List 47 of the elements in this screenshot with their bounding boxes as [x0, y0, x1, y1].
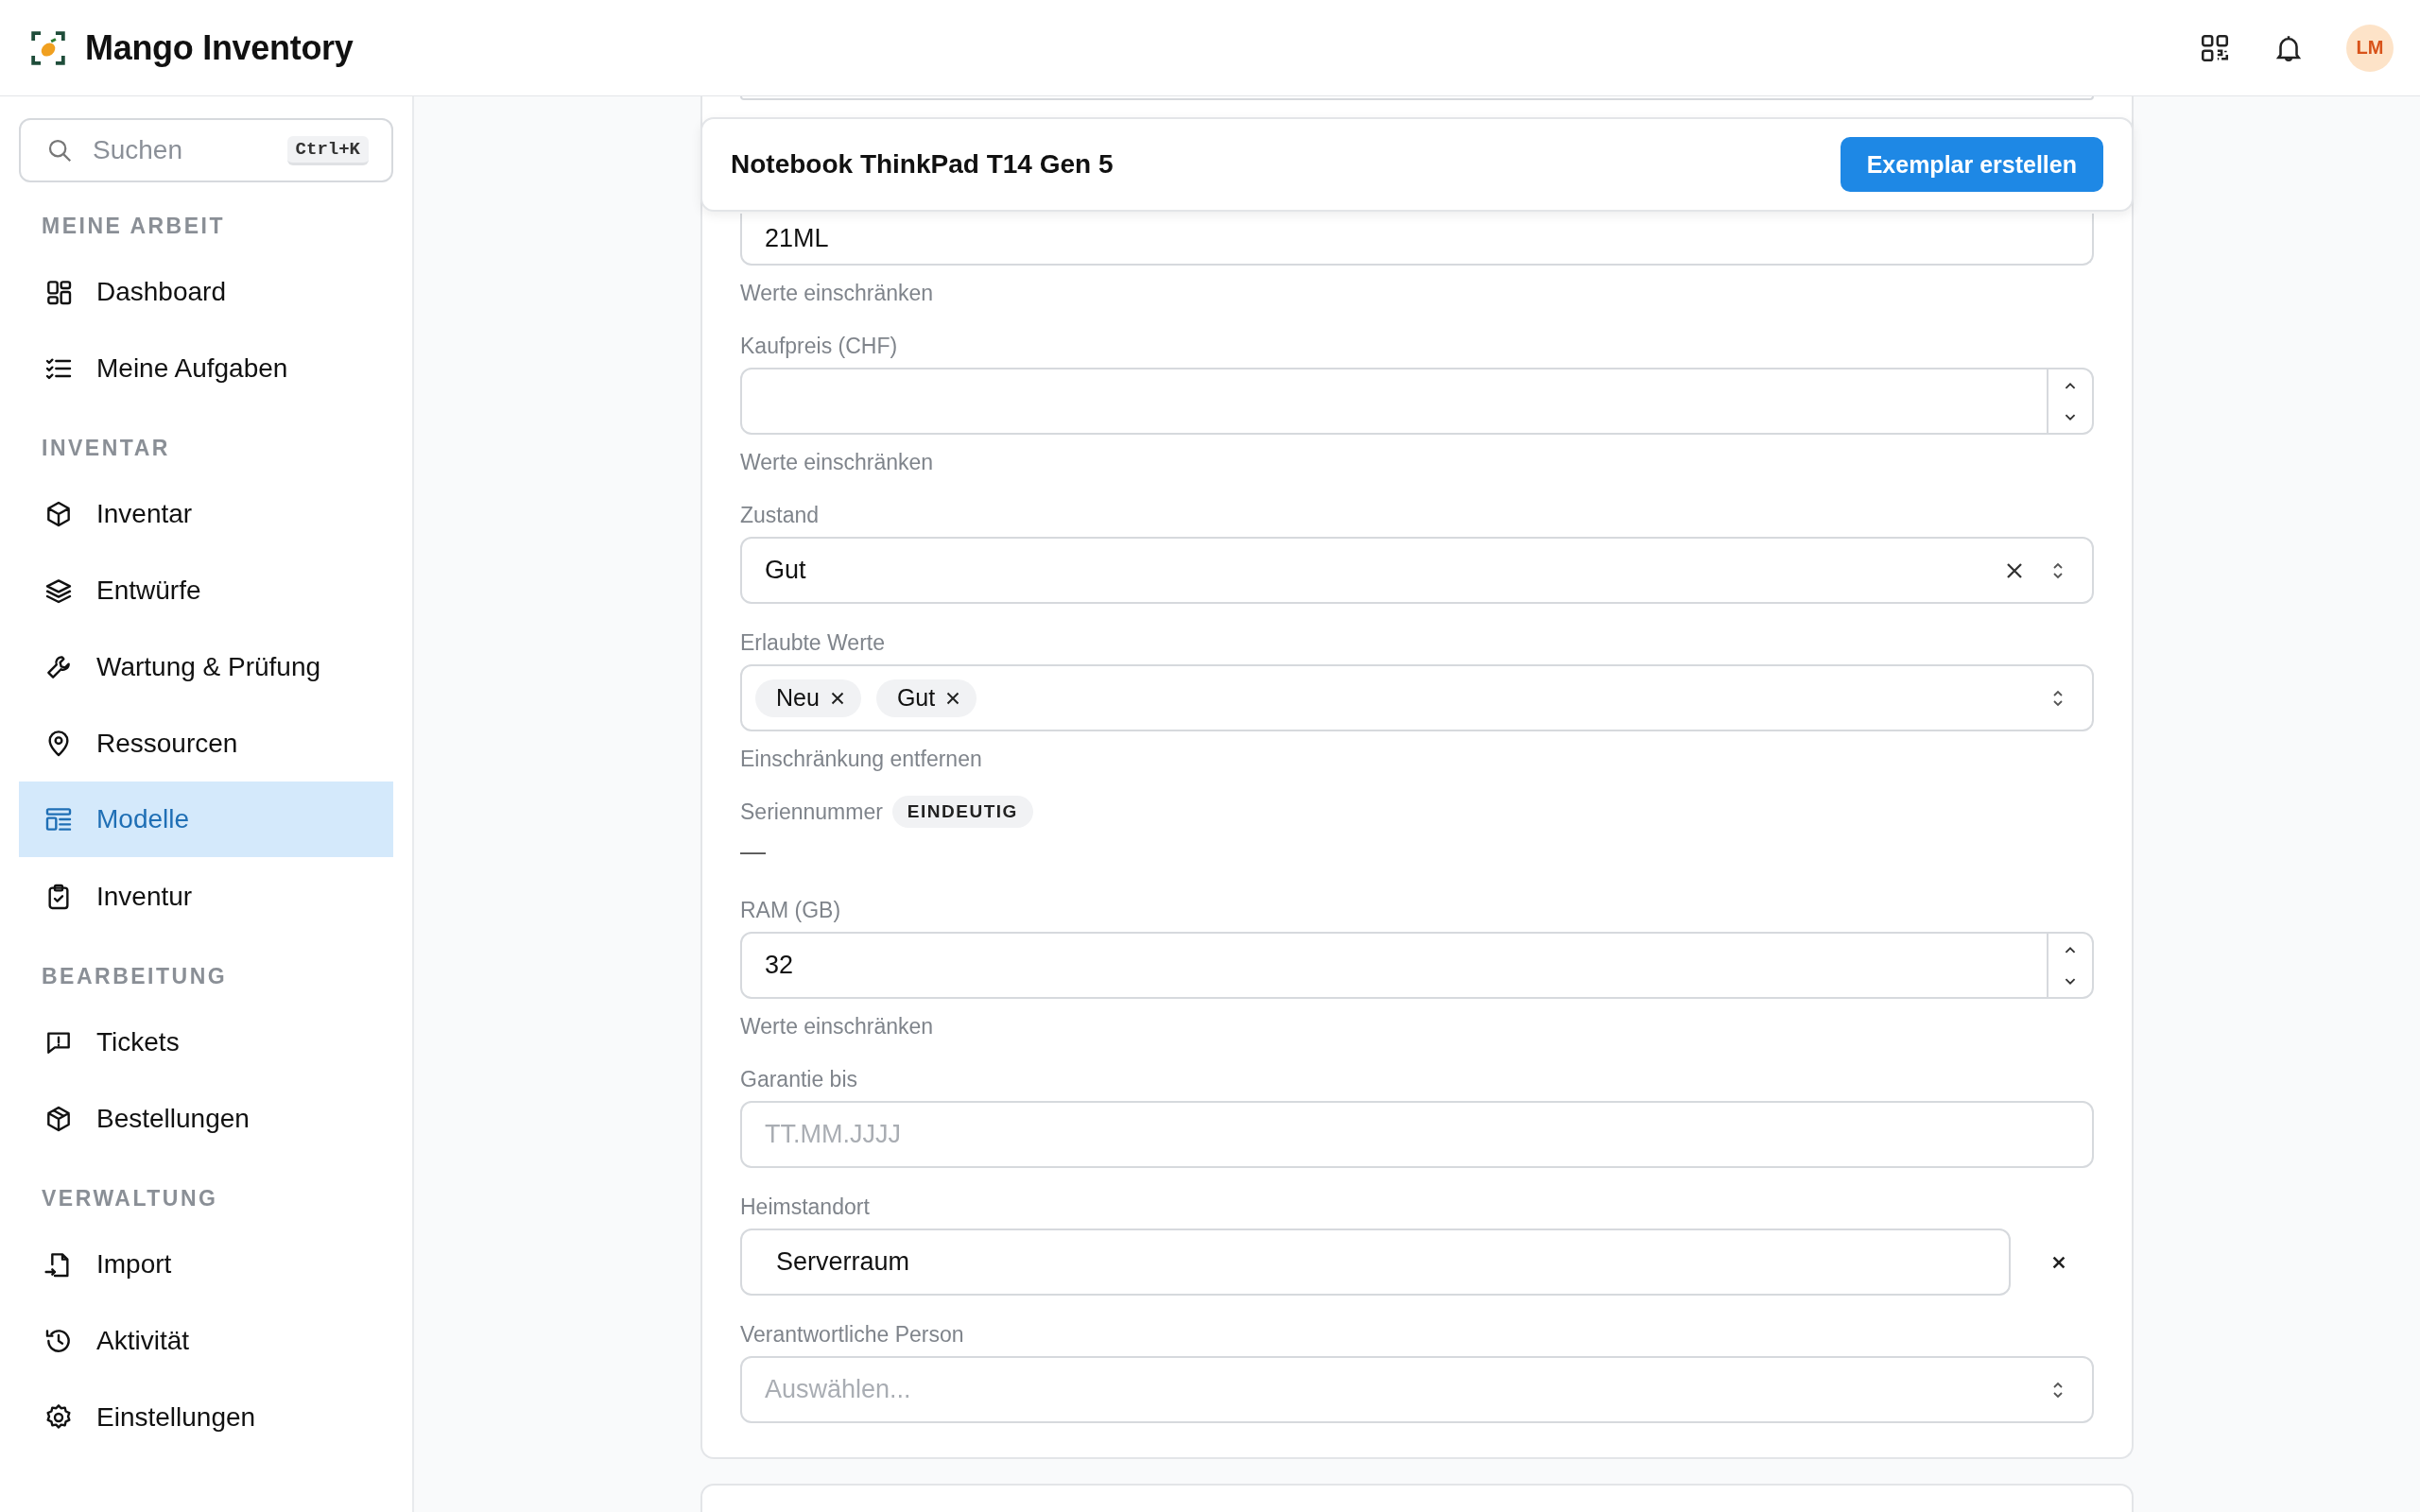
field-label: Seriennummer: [740, 799, 883, 826]
multi-select-field[interactable]: Neu Gut: [740, 664, 2094, 731]
nav-item[interactable]: Dashboard: [19, 253, 393, 330]
location-field[interactable]: Serverraum: [740, 1228, 2011, 1296]
number-field[interactable]: [740, 368, 2094, 435]
keyboard-shortcut: Ctrl+K: [286, 135, 369, 165]
section-heading: MEINE ARBEIT: [42, 213, 226, 240]
select-field[interactable]: Gut: [740, 537, 2094, 604]
nav-item[interactable]: Entwürfe: [19, 552, 393, 628]
app-title: Mango Inventory: [85, 27, 354, 68]
helper-link[interactable]: Einschränkung entfernen: [740, 745, 2094, 773]
nav-item[interactable]: Wartung & Prüfung: [19, 628, 393, 705]
field-label: Zustand: [740, 502, 820, 529]
field-label: Garantie bis: [740, 1066, 857, 1093]
search-input[interactable]: Suchen: [91, 134, 270, 166]
field-label: Erlaubte Werte: [740, 629, 885, 657]
value-tag[interactable]: Neu: [755, 679, 861, 717]
input-field[interactable]: [740, 96, 2094, 100]
section-heading: VERWALTUNG: [42, 1185, 219, 1212]
field-label: Heimstandort: [740, 1194, 870, 1221]
section-heading: BEARBEITUNG: [42, 963, 229, 990]
input-field[interactable]: 21ML: [740, 214, 2094, 266]
helper-link[interactable]: Werte einschränken: [740, 448, 2094, 476]
field-label: Kaufpreis (CHF): [740, 333, 898, 360]
number-field[interactable]: 32: [740, 932, 2094, 999]
nav-item[interactable]: Aktivität: [19, 1302, 393, 1379]
value-tag[interactable]: Gut: [875, 679, 977, 717]
nav-item[interactable]: Meine Aufgaben: [19, 330, 393, 406]
section-heading: INVENTAR: [42, 435, 171, 462]
create-item-button[interactable]: Exemplar erstellen: [1840, 137, 2103, 192]
nav-item[interactable]: Ressourcen: [19, 705, 393, 782]
nav-item[interactable]: Bestellungen: [19, 1080, 393, 1157]
helper-link[interactable]: Werte einschränken: [740, 1012, 2094, 1040]
nav-item[interactable]: Tickets: [19, 1004, 393, 1080]
unique-badge: EINDEUTIG: [891, 796, 1033, 828]
helper-link[interactable]: Werte einschränken: [740, 279, 2094, 307]
field-label: RAM (GB): [740, 897, 841, 924]
mango-logo-icon: [30, 29, 66, 66]
field-value: —: [740, 837, 767, 866]
nav-item[interactable]: Inventur: [19, 858, 393, 935]
nav-item[interactable]: Import: [19, 1226, 393, 1302]
nav-item[interactable]: Modelle: [19, 782, 393, 857]
nav-item[interactable]: Inventar: [19, 475, 393, 552]
nav-item[interactable]: Einstellungen: [19, 1379, 393, 1455]
model-title: Notebook ThinkPad T14 Gen 5: [731, 149, 1114, 180]
search-field[interactable]: Suchen Ctrl+K: [19, 118, 393, 182]
field-label: Verantwortliche Person: [740, 1321, 964, 1349]
